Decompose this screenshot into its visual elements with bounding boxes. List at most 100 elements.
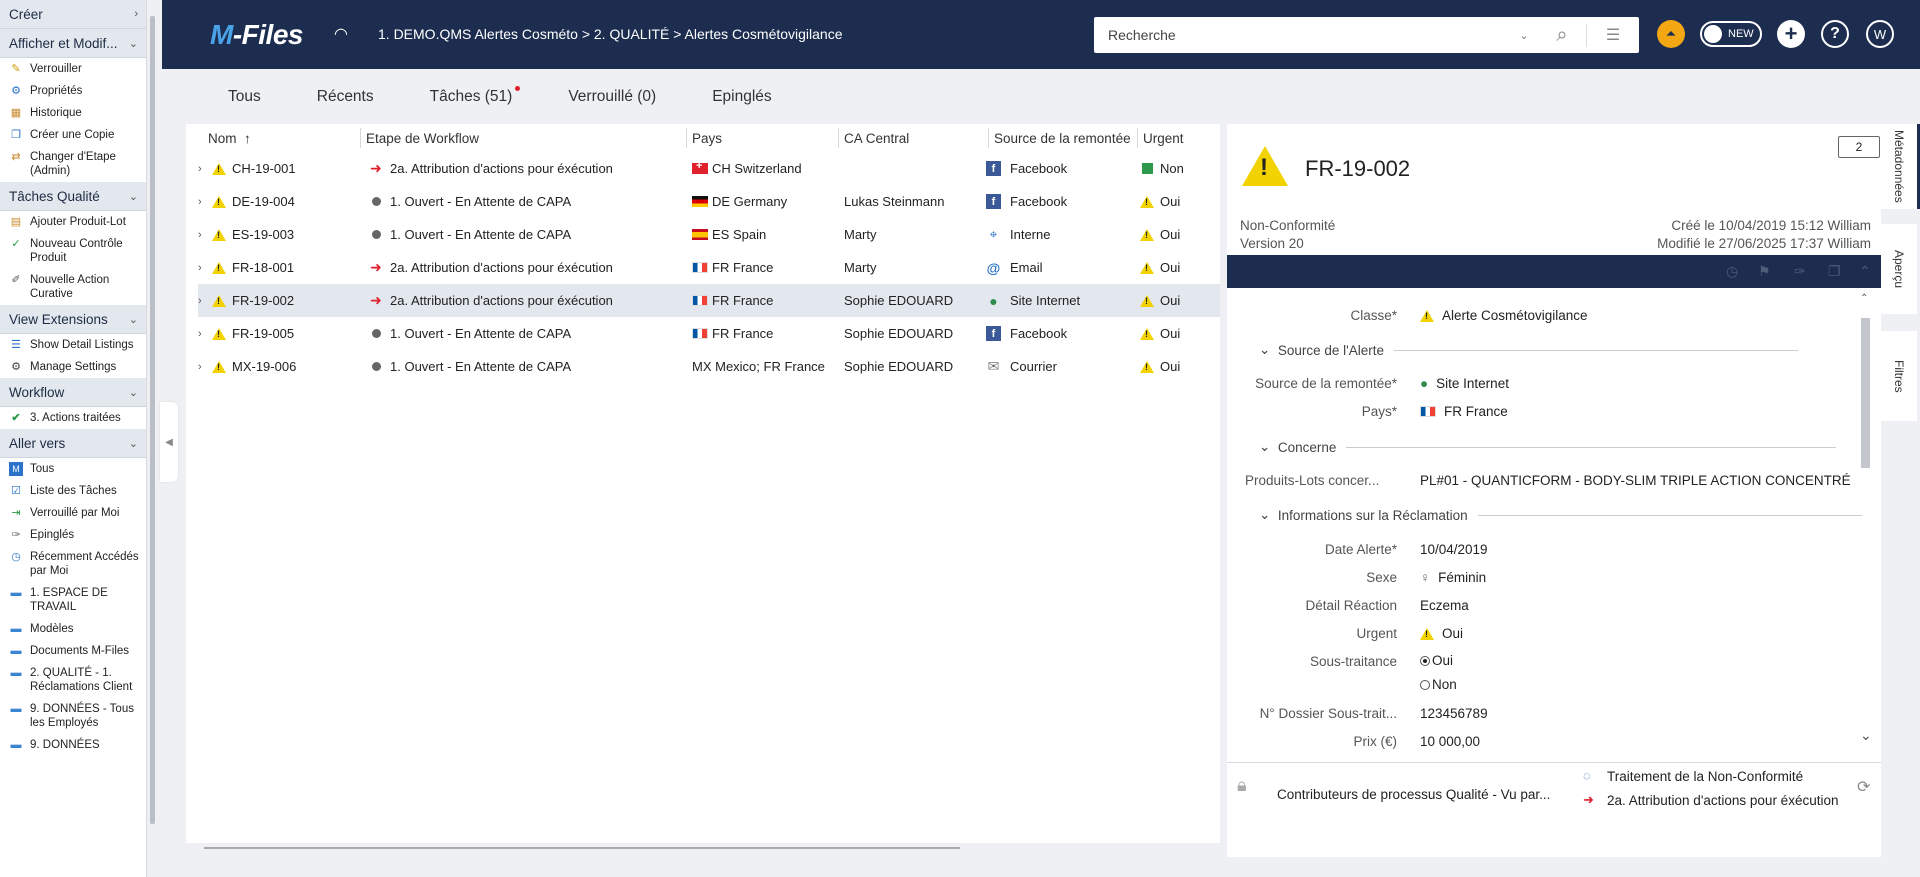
prop-value-classe[interactable]: Alerte Cosmétovigilance — [1420, 308, 1588, 323]
search-input[interactable]: Recherche — [1094, 27, 1510, 43]
pin-icon[interactable]: ✑ — [1794, 263, 1806, 280]
radio-oui[interactable]: Oui — [1420, 653, 1453, 668]
prop-value-prix[interactable]: 10 000,00 — [1420, 734, 1480, 749]
goto-recents[interactable]: ◷ Récemment Accédés par Moi — [0, 546, 146, 582]
section-workflow[interactable]: Workflow ⌄ — [0, 378, 146, 407]
action-ajouter-produit[interactable]: ▤ Ajouter Produit-Lot — [0, 211, 146, 233]
notifications-icon[interactable]: ⏶ — [1657, 20, 1685, 48]
search-box[interactable]: Recherche ⌄ ⌕ ☰ — [1094, 17, 1639, 53]
column-header-source[interactable]: Source de la remontée — [994, 124, 1131, 152]
column-header-etape[interactable]: Etape de Workflow — [366, 124, 479, 152]
action-manage-settings[interactable]: ⚙ Manage Settings — [0, 356, 146, 378]
action-nouveau-controle[interactable]: ✓ Nouveau Contrôle Produit — [0, 233, 146, 269]
expand-chevron-icon[interactable]: › — [198, 152, 202, 185]
goto-modeles[interactable]: ▬ Modèles — [0, 618, 146, 640]
section-aller-vers[interactable]: Aller vers ⌄ — [0, 429, 146, 458]
section-taches-qualite[interactable]: Tâches Qualité ⌄ — [0, 182, 146, 211]
tab-taches[interactable]: Tâches (51) — [430, 86, 521, 106]
action-historique[interactable]: ▦ Historique — [0, 102, 146, 124]
action-copie[interactable]: ❐ Créer une Copie — [0, 124, 146, 146]
column-divider[interactable] — [360, 128, 361, 148]
collapse-left-pane-button[interactable]: ◀ — [160, 402, 178, 482]
goto-espace-travail[interactable]: ▬ 1. ESPACE DE TRAVAIL — [0, 582, 146, 618]
section-view-extensions[interactable]: View Extensions ⌄ — [0, 305, 146, 334]
tab-recents[interactable]: Récents — [317, 88, 374, 106]
new-toggle[interactable]: NEW — [1700, 21, 1762, 47]
scroll-down-icon[interactable]: ⌄ — [1860, 727, 1872, 744]
prop-value-produits[interactable]: PL#01 - QUANTICFORM - BODY-SLIM TRIPLE A… — [1420, 473, 1851, 488]
tab-epingles[interactable]: Epinglés — [712, 88, 771, 106]
column-divider[interactable] — [686, 128, 687, 148]
table-row[interactable]: › FR-19-005 1. Ouvert - En Attente de CAPA… — [198, 317, 1220, 350]
expand-chevron-icon[interactable]: › — [198, 218, 202, 251]
goto-qualite-reclamations[interactable]: ▬ 2. QUALITÉ - 1. Réclamations Client — [0, 662, 146, 698]
table-row[interactable]: › FR-19-002 ➜ 2a. Attribution d'actions pou… — [198, 284, 1220, 317]
column-divider[interactable] — [1137, 128, 1138, 148]
tab-filtres[interactable]: Filtres — [1881, 331, 1917, 421]
column-divider[interactable] — [838, 128, 839, 148]
chevron-down-icon[interactable]: ⌄ — [1510, 29, 1538, 42]
expand-chevron-icon[interactable]: › — [198, 251, 202, 284]
prop-value-pays[interactable]: FR France — [1420, 404, 1508, 419]
help-icon[interactable]: ? — [1821, 20, 1849, 48]
column-header-nom[interactable]: Nom ↑ — [208, 124, 251, 152]
group-concerne[interactable]: ⌄ Concerne — [1259, 439, 1837, 455]
prop-value-dossier[interactable]: 123456789 — [1420, 706, 1488, 721]
action-workflow-state[interactable]: ✔ 3. Actions traitées — [0, 407, 146, 429]
table-row[interactable]: › MX-19-006 1. Ouvert - En Attente de CAPA… — [198, 350, 1220, 383]
action-nouvelle-action[interactable]: ✐ Nouvelle Action Curative — [0, 269, 146, 305]
chevron-up-icon[interactable]: ⌃ — [1859, 263, 1871, 280]
history-icon[interactable]: ◷ — [1726, 263, 1738, 280]
scrollbar-thumb[interactable] — [150, 16, 155, 824]
prop-value-date[interactable]: 10/04/2019 — [1420, 542, 1488, 557]
permissions-value[interactable]: Contributeurs de processus Qualité - Vu … — [1277, 787, 1550, 802]
column-header-ca[interactable]: CA Central — [844, 124, 909, 152]
workflow-value[interactable]: Traitement de la Non-Conformité — [1607, 769, 1803, 784]
column-divider[interactable] — [988, 128, 989, 148]
filter-icon[interactable]: ☰ — [1587, 25, 1639, 45]
goto-donnees[interactable]: ▬ 9. DONNÉES — [0, 734, 146, 756]
radio-non[interactable]: Non — [1420, 677, 1457, 692]
goto-epingles[interactable]: ✑ Epinglés — [0, 524, 146, 546]
sidebar-scrollbar[interactable] — [150, 0, 156, 877]
add-icon[interactable]: + — [1777, 20, 1805, 48]
search-icon[interactable]: ⌕ — [1538, 23, 1587, 47]
user-avatar[interactable]: W — [1866, 20, 1894, 48]
goto-verrouille[interactable]: ⇥ Verrouillé par Moi — [0, 502, 146, 524]
comments-icon[interactable]: 2 — [1838, 136, 1880, 158]
tab-tous[interactable]: Tous — [228, 88, 261, 106]
metadata-scrollbar[interactable]: ⌃ — [1860, 293, 1870, 716]
flag-icon[interactable]: ⚑ — [1758, 263, 1771, 280]
object-title[interactable]: FR-19-002 — [1305, 156, 1410, 182]
table-row[interactable]: › DE-19-004 1. Ouvert - En Attente de CAPA… — [198, 185, 1220, 218]
goto-donnees-employes[interactable]: ▬ 9. DONNÉES - Tous les Employés — [0, 698, 146, 734]
prop-value-detail[interactable]: Eczema — [1420, 598, 1469, 613]
group-source-alerte[interactable]: ⌄ Source de l'Alerte — [1259, 342, 1798, 358]
prop-value-urgent[interactable]: Oui — [1420, 626, 1463, 641]
scrollbar-thumb[interactable] — [1861, 318, 1870, 468]
horizontal-scrollbar[interactable] — [204, 847, 960, 849]
tab-metadonnees[interactable]: Métadonnées — [1881, 124, 1920, 209]
table-row[interactable]: › FR-18-001 ➜ 2a. Attribution d'actions pou… — [198, 251, 1220, 284]
goto-documents[interactable]: ▬ Documents M-Files — [0, 640, 146, 662]
table-row[interactable]: › ES-19-003 1. Ouvert - En Attente de CAPA… — [198, 218, 1220, 251]
column-header-urgent[interactable]: Urgent — [1143, 124, 1184, 152]
action-changer-etape[interactable]: ⇄ Changer d'Etape (Admin) — [0, 146, 146, 182]
tab-verrouille[interactable]: Verrouillé (0) — [568, 88, 656, 106]
tab-apercu[interactable]: Aperçu — [1881, 224, 1917, 314]
goto-tous[interactable]: M Tous — [0, 458, 146, 480]
table-row[interactable]: › CH-19-001 ➜ 2a. Attribution d'actions pou… — [198, 152, 1220, 185]
group-reclamation[interactable]: ⌄ Informations sur la Réclamation — [1259, 507, 1862, 523]
column-header-pays[interactable]: Pays — [692, 124, 722, 152]
action-verrouiller[interactable]: ✎ Verrouiller — [0, 58, 146, 80]
prop-value-sexe[interactable]: ♀ Féminin — [1420, 570, 1486, 585]
expand-chevron-icon[interactable]: › — [198, 350, 202, 383]
expand-chevron-icon[interactable]: › — [198, 185, 202, 218]
refresh-icon[interactable]: ⟳ — [1857, 777, 1870, 797]
breadcrumb[interactable]: 1. DEMO.QMS Alertes Cosméto > 2. QUALITÉ… — [378, 26, 843, 42]
expand-chevron-icon[interactable]: › — [198, 317, 202, 350]
copy-icon[interactable]: ❐ — [1828, 263, 1841, 280]
section-creer[interactable]: Créer › — [0, 0, 146, 29]
expand-chevron-icon[interactable]: › — [198, 284, 202, 317]
action-proprietes[interactable]: ⚙ Propriétés — [0, 80, 146, 102]
